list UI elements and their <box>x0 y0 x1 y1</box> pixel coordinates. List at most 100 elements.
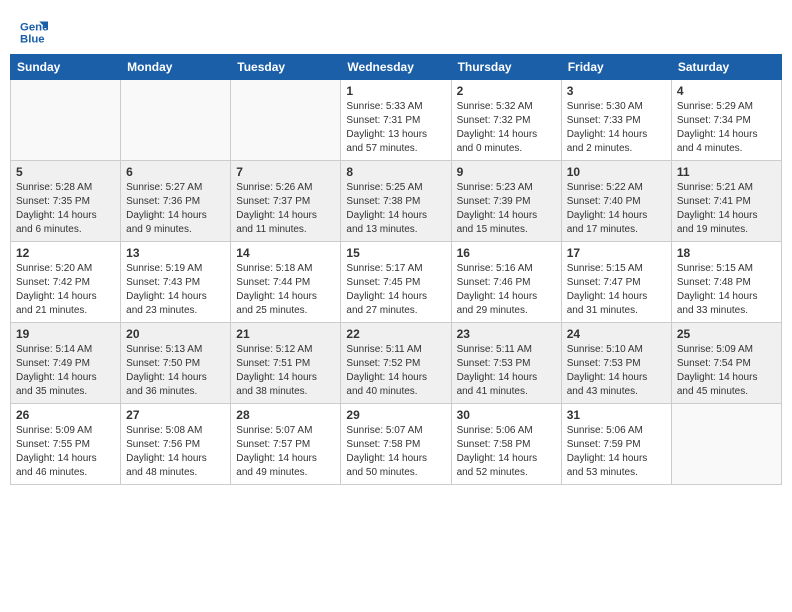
day-number: 31 <box>567 408 666 422</box>
calendar-day-cell: 28 Sunrise: 5:07 AMSunset: 7:57 PMDayligh… <box>231 404 341 485</box>
day-number: 7 <box>236 165 335 179</box>
calendar-day-cell <box>671 404 781 485</box>
day-info: Sunrise: 5:32 AMSunset: 7:32 PMDaylight:… <box>457 100 556 156</box>
calendar-day-cell: 3 Sunrise: 5:30 AMSunset: 7:33 PMDaylight… <box>561 80 671 161</box>
day-info: Sunrise: 5:30 AMSunset: 7:33 PMDaylight:… <box>567 100 666 156</box>
calendar-day-cell: 19Sunrise: 5:14 AMSunset: 7:49 PMDayligh… <box>11 323 121 404</box>
day-info: Sunrise: 5:20 AMSunset: 7:42 PMDaylight:… <box>16 262 115 318</box>
calendar-day-cell: 5 Sunrise: 5:28 AMSunset: 7:35 PMDaylight… <box>11 161 121 242</box>
svg-text:Blue: Blue <box>20 34 45 46</box>
calendar-day-cell: 17 Sunrise: 5:15 AMSunset: 7:47 PMDayligh… <box>561 242 671 323</box>
day-info: Sunrise: 5:06 AMSunset: 7:59 PMDaylight:… <box>567 424 666 480</box>
calendar-week-row: 19Sunrise: 5:14 AMSunset: 7:49 PMDayligh… <box>11 323 782 404</box>
day-number: 2 <box>457 84 556 98</box>
calendar-day-cell <box>231 80 341 161</box>
day-info: Sunrise: 5:33 AMSunset: 7:31 PMDaylight:… <box>346 100 445 156</box>
calendar-day-cell: 7 Sunrise: 5:26 AMSunset: 7:37 PMDaylight… <box>231 161 341 242</box>
day-number: 23 <box>457 327 556 341</box>
day-info: Sunrise: 5:13 AMSunset: 7:50 PMDaylight:… <box>126 343 225 399</box>
weekday-header-tuesday: Tuesday <box>231 55 341 80</box>
day-info: Sunrise: 5:16 AMSunset: 7:46 PMDaylight:… <box>457 262 556 318</box>
day-info: Sunrise: 5:15 AMSunset: 7:48 PMDaylight:… <box>677 262 776 318</box>
calendar-day-cell: 20Sunrise: 5:13 AMSunset: 7:50 PMDayligh… <box>121 323 231 404</box>
calendar-day-cell: 31 Sunrise: 5:06 AMSunset: 7:59 PMDayligh… <box>561 404 671 485</box>
day-number: 25 <box>677 327 776 341</box>
calendar-day-cell: 1Sunrise: 5:33 AMSunset: 7:31 PMDaylight… <box>341 80 451 161</box>
day-number: 12 <box>16 246 115 260</box>
calendar-day-cell: 9 Sunrise: 5:23 AMSunset: 7:39 PMDaylight… <box>451 161 561 242</box>
day-number: 30 <box>457 408 556 422</box>
logo-icon: General Blue <box>20 18 48 46</box>
day-number: 14 <box>236 246 335 260</box>
weekday-header-row: SundayMondayTuesdayWednesdayThursdayFrid… <box>11 55 782 80</box>
calendar-day-cell: 10Sunrise: 5:22 AMSunset: 7:40 PMDayligh… <box>561 161 671 242</box>
weekday-header-wednesday: Wednesday <box>341 55 451 80</box>
day-info: Sunrise: 5:07 AMSunset: 7:58 PMDaylight:… <box>346 424 445 480</box>
day-info: Sunrise: 5:08 AMSunset: 7:56 PMDaylight:… <box>126 424 225 480</box>
day-info: Sunrise: 5:25 AMSunset: 7:38 PMDaylight:… <box>346 181 445 237</box>
calendar-day-cell <box>121 80 231 161</box>
day-info: Sunrise: 5:17 AMSunset: 7:45 PMDaylight:… <box>346 262 445 318</box>
day-info: Sunrise: 5:09 AMSunset: 7:55 PMDaylight:… <box>16 424 115 480</box>
day-number: 5 <box>16 165 115 179</box>
calendar-week-row: 12 Sunrise: 5:20 AMSunset: 7:42 PMDayligh… <box>11 242 782 323</box>
calendar-day-cell: 27 Sunrise: 5:08 AMSunset: 7:56 PMDayligh… <box>121 404 231 485</box>
day-number: 24 <box>567 327 666 341</box>
calendar-day-cell: 25 Sunrise: 5:09 AMSunset: 7:54 PMDayligh… <box>671 323 781 404</box>
calendar-day-cell: 16 Sunrise: 5:16 AMSunset: 7:46 PMDayligh… <box>451 242 561 323</box>
calendar-day-cell: 15Sunrise: 5:17 AMSunset: 7:45 PMDayligh… <box>341 242 451 323</box>
calendar-day-cell <box>11 80 121 161</box>
calendar-week-row: 1Sunrise: 5:33 AMSunset: 7:31 PMDaylight… <box>11 80 782 161</box>
day-number: 18 <box>677 246 776 260</box>
day-number: 28 <box>236 408 335 422</box>
day-info: Sunrise: 5:12 AMSunset: 7:51 PMDaylight:… <box>236 343 335 399</box>
day-number: 19 <box>16 327 115 341</box>
day-info: Sunrise: 5:11 AMSunset: 7:52 PMDaylight:… <box>346 343 445 399</box>
day-info: Sunrise: 5:15 AMSunset: 7:47 PMDaylight:… <box>567 262 666 318</box>
day-number: 16 <box>457 246 556 260</box>
calendar-day-cell: 4 Sunrise: 5:29 AMSunset: 7:34 PMDaylight… <box>671 80 781 161</box>
day-info: Sunrise: 5:19 AMSunset: 7:43 PMDaylight:… <box>126 262 225 318</box>
day-number: 29 <box>346 408 445 422</box>
day-number: 27 <box>126 408 225 422</box>
weekday-header-friday: Friday <box>561 55 671 80</box>
calendar-day-cell: 22 Sunrise: 5:11 AMSunset: 7:52 PMDayligh… <box>341 323 451 404</box>
day-info: Sunrise: 5:10 AMSunset: 7:53 PMDaylight:… <box>567 343 666 399</box>
calendar-week-row: 5 Sunrise: 5:28 AMSunset: 7:35 PMDaylight… <box>11 161 782 242</box>
weekday-header-monday: Monday <box>121 55 231 80</box>
calendar-day-cell: 14 Sunrise: 5:18 AMSunset: 7:44 PMDayligh… <box>231 242 341 323</box>
calendar-day-cell: 12 Sunrise: 5:20 AMSunset: 7:42 PMDayligh… <box>11 242 121 323</box>
day-info: Sunrise: 5:23 AMSunset: 7:39 PMDaylight:… <box>457 181 556 237</box>
calendar-day-cell: 29 Sunrise: 5:07 AMSunset: 7:58 PMDayligh… <box>341 404 451 485</box>
calendar-day-cell: 8 Sunrise: 5:25 AMSunset: 7:38 PMDaylight… <box>341 161 451 242</box>
day-number: 22 <box>346 327 445 341</box>
day-number: 4 <box>677 84 776 98</box>
day-number: 9 <box>457 165 556 179</box>
calendar-day-cell: 30Sunrise: 5:06 AMSunset: 7:58 PMDayligh… <box>451 404 561 485</box>
calendar-day-cell: 24 Sunrise: 5:10 AMSunset: 7:53 PMDayligh… <box>561 323 671 404</box>
day-info: Sunrise: 5:26 AMSunset: 7:37 PMDaylight:… <box>236 181 335 237</box>
day-number: 26 <box>16 408 115 422</box>
logo: General Blue <box>20 18 52 46</box>
calendar-day-cell: 21 Sunrise: 5:12 AMSunset: 7:51 PMDayligh… <box>231 323 341 404</box>
day-info: Sunrise: 5:27 AMSunset: 7:36 PMDaylight:… <box>126 181 225 237</box>
calendar-day-cell: 26 Sunrise: 5:09 AMSunset: 7:55 PMDayligh… <box>11 404 121 485</box>
day-info: Sunrise: 5:22 AMSunset: 7:40 PMDaylight:… <box>567 181 666 237</box>
day-number: 3 <box>567 84 666 98</box>
day-number: 6 <box>126 165 225 179</box>
day-info: Sunrise: 5:09 AMSunset: 7:54 PMDaylight:… <box>677 343 776 399</box>
weekday-header-thursday: Thursday <box>451 55 561 80</box>
calendar-week-row: 26 Sunrise: 5:09 AMSunset: 7:55 PMDayligh… <box>11 404 782 485</box>
calendar-day-cell: 11Sunrise: 5:21 AMSunset: 7:41 PMDayligh… <box>671 161 781 242</box>
day-info: Sunrise: 5:29 AMSunset: 7:34 PMDaylight:… <box>677 100 776 156</box>
day-info: Sunrise: 5:11 AMSunset: 7:53 PMDaylight:… <box>457 343 556 399</box>
day-info: Sunrise: 5:18 AMSunset: 7:44 PMDaylight:… <box>236 262 335 318</box>
calendar-day-cell: 13Sunrise: 5:19 AMSunset: 7:43 PMDayligh… <box>121 242 231 323</box>
day-number: 21 <box>236 327 335 341</box>
day-number: 8 <box>346 165 445 179</box>
weekday-header-sunday: Sunday <box>11 55 121 80</box>
day-number: 17 <box>567 246 666 260</box>
day-info: Sunrise: 5:07 AMSunset: 7:57 PMDaylight:… <box>236 424 335 480</box>
day-info: Sunrise: 5:28 AMSunset: 7:35 PMDaylight:… <box>16 181 115 237</box>
weekday-header-saturday: Saturday <box>671 55 781 80</box>
